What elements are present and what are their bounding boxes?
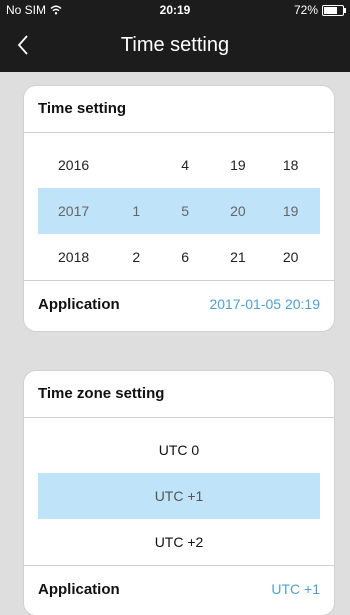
day-cell: 5 [181, 203, 189, 219]
page-title: Time setting [120, 34, 230, 56]
minute-cell: 20 [282, 249, 299, 265]
day-cell: 6 [181, 249, 189, 265]
month-cell: 1 [132, 203, 141, 219]
time-zone-title: Time zone setting [38, 385, 165, 402]
year-cell: 2017 [58, 203, 90, 219]
time-zone-picker[interactable]: UTC 0 UTC +1 UTC +2 [24, 418, 334, 565]
hour-cell: 20 [230, 203, 246, 219]
battery-fill [324, 6, 337, 14]
date-time-picker[interactable]: 2016 4 19 18 2017 1 5 20 19 2018 2 6 21 … [24, 133, 334, 280]
zone-application-row[interactable]: Application UTC +1 [24, 566, 334, 612]
time-setting-title: Time setting [38, 100, 127, 117]
time-application-row[interactable]: Application 2017-01-05 20:19 [24, 281, 334, 327]
application-value: 2017-01-05 20:19 [209, 296, 320, 312]
month-cell: 2 [132, 249, 141, 265]
application-label: Application [38, 580, 120, 598]
time-zone-option[interactable]: UTC +1 [38, 473, 320, 519]
status-right: 72% [293, 3, 346, 17]
picker-row[interactable]: 2018 2 6 21 20 [38, 234, 320, 280]
battery-icon [322, 4, 346, 16]
minute-cell: 19 [282, 203, 299, 219]
year-cell: 2016 [58, 157, 90, 173]
picker-row[interactable]: 2017 1 5 20 19 [38, 188, 320, 234]
time-zone-card: Time zone setting UTC 0 UTC +1 UTC +2 Ap… [24, 371, 334, 615]
year-cell: 2018 [58, 249, 90, 265]
time-zone-option[interactable]: UTC +2 [38, 519, 320, 565]
picker-row[interactable]: 2016 4 19 18 [38, 142, 320, 188]
hour-cell: 21 [230, 249, 246, 265]
application-label: Application [38, 295, 120, 313]
hour-cell: 19 [230, 157, 246, 173]
day-cell: 4 [181, 157, 189, 173]
time-zone-option[interactable]: UTC 0 [38, 427, 320, 473]
nav-bar: Time setting [0, 20, 350, 72]
time-setting-card: Time setting 2016 4 19 18 2017 1 5 20 19… [24, 86, 334, 331]
application-value: UTC +1 [271, 581, 320, 597]
minute-cell: 18 [282, 157, 299, 173]
battery-percent: 72% [293, 3, 318, 17]
status-bar: No SIM 20:19 72% [0, 0, 350, 20]
